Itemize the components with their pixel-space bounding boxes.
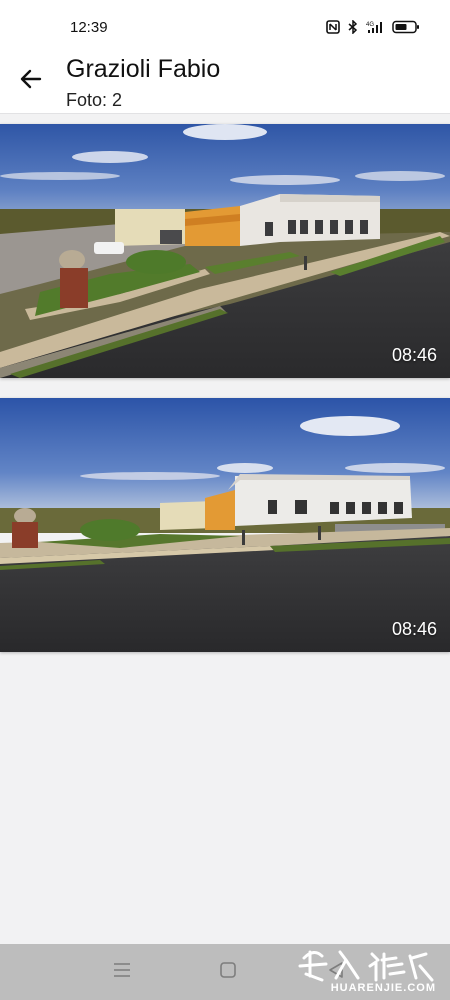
watermark-text: HUARENJIE.COM [330,982,436,994]
status-time: 12:39 [70,19,108,36]
photo-timestamp: 08:46 [391,619,437,639]
recent-apps-button[interactable] [82,944,162,1000]
back-triangle-icon [328,961,344,984]
photo-timestamp: 08:46 [391,345,437,365]
battery-icon [392,20,420,39]
page-title: Grazioli Fabio [66,55,221,83]
bluetooth-icon [348,19,358,39]
menu-icon [113,962,131,983]
back-button[interactable] [14,64,48,98]
building-rendering-image [0,124,450,378]
app-header: Grazioli Fabio Foto: 2 [0,52,450,114]
home-button[interactable] [188,944,268,1000]
photo-card[interactable]: 08:46 [0,124,450,378]
building-rendering-image [0,398,450,652]
photo-count: Foto: 2 [66,90,123,110]
svg-text:4G: 4G [366,22,374,28]
status-icons: 4G [326,19,420,39]
nfc-icon [326,20,340,39]
arrow-left-icon [19,67,43,96]
home-square-icon [220,961,236,983]
photo-card[interactable]: 08:46 [0,398,450,652]
signal-4g-icon: 4G [366,20,384,39]
status-bar: 12:39 4G [0,0,450,52]
